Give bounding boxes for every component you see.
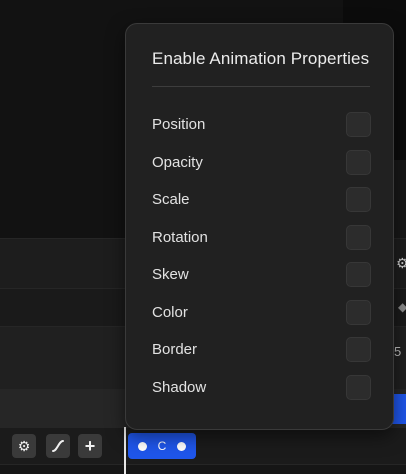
property-label: Opacity — [152, 153, 203, 171]
gear-icon: ⚙ — [17, 437, 31, 454]
keyframe-diamond-icon[interactable]: ◆ — [398, 300, 406, 314]
property-row-color[interactable]: Color — [152, 294, 371, 332]
edge-value: 5 — [394, 344, 402, 359]
plus-icon: + — [84, 435, 96, 456]
keyframe-label: C — [157, 439, 167, 453]
property-label: Border — [152, 341, 198, 359]
property-label: Rotation — [152, 228, 208, 246]
property-row-position[interactable]: Position — [152, 106, 371, 144]
selected-clip[interactable] — [392, 394, 406, 424]
scale-checkbox[interactable] — [346, 187, 371, 213]
property-label: Shadow — [152, 378, 207, 396]
property-row-border[interactable]: Border — [152, 331, 371, 369]
skew-checkbox[interactable] — [346, 262, 371, 288]
divider — [152, 86, 370, 87]
add-button[interactable]: + — [78, 434, 102, 458]
easing-curve-button[interactable] — [46, 434, 70, 458]
border-checkbox[interactable] — [346, 337, 371, 363]
property-row-shadow[interactable]: Shadow — [152, 369, 371, 407]
gear-icon[interactable]: ⚙ — [396, 255, 406, 272]
property-row-opacity[interactable]: Opacity — [152, 144, 371, 182]
property-label: Scale — [152, 191, 190, 209]
keyframe-end-dot[interactable] — [176, 441, 186, 451]
animation-properties-popover: Enable Animation Properties Position Opa… — [125, 23, 394, 430]
property-list: Position Opacity Scale Rotation Skew Col… — [152, 106, 371, 406]
keyframe-start-dot[interactable] — [138, 441, 147, 451]
easing-curve-icon — [52, 440, 64, 452]
color-checkbox[interactable] — [346, 299, 371, 325]
position-checkbox[interactable] — [346, 112, 371, 138]
property-row-scale[interactable]: Scale — [152, 181, 371, 219]
playhead[interactable] — [124, 427, 126, 474]
property-row-skew[interactable]: Skew — [152, 256, 371, 294]
popover-title: Enable Animation Properties — [152, 49, 370, 68]
opacity-checkbox[interactable] — [346, 149, 371, 175]
property-label: Position — [152, 116, 206, 134]
property-label: Skew — [152, 266, 189, 284]
shadow-checkbox[interactable] — [346, 374, 371, 400]
settings-button[interactable]: ⚙ — [12, 434, 36, 458]
property-row-rotation[interactable]: Rotation — [152, 219, 371, 257]
timeline-footer — [0, 464, 406, 474]
rotation-checkbox[interactable] — [346, 224, 371, 250]
keyframe-segment[interactable]: C — [128, 433, 196, 459]
property-label: Color — [152, 303, 188, 321]
